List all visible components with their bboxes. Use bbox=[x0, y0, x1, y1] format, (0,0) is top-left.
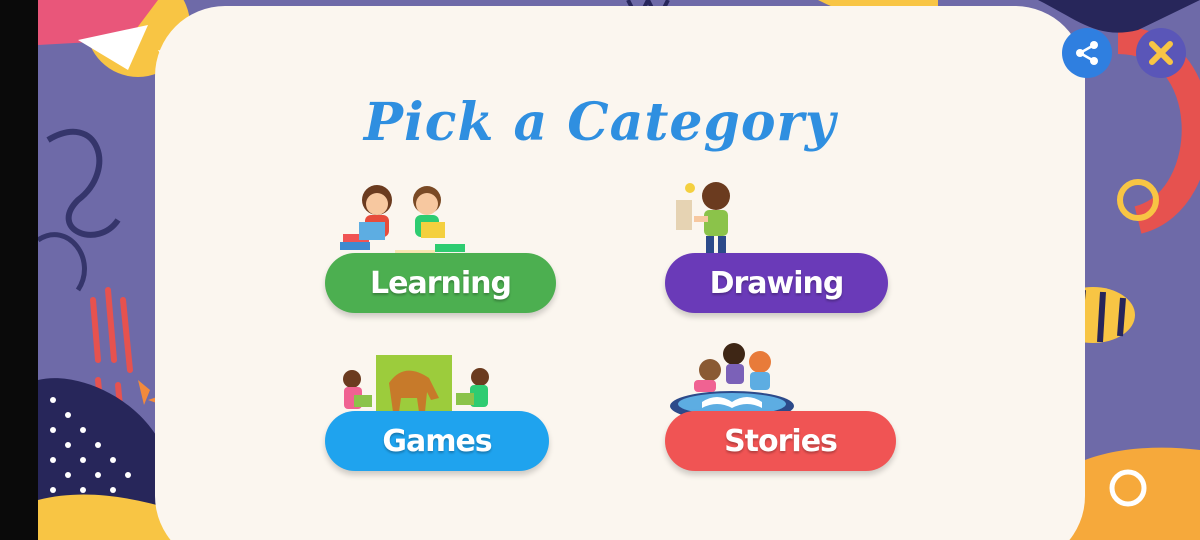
left-edge-bar bbox=[0, 0, 38, 540]
drawing-button-label: Drawing bbox=[709, 265, 845, 301]
games-button[interactable]: Games bbox=[325, 411, 549, 471]
share-button[interactable] bbox=[1062, 28, 1112, 78]
category-board bbox=[155, 6, 1085, 540]
learning-button-label: Learning bbox=[370, 265, 512, 301]
close-icon bbox=[1149, 41, 1173, 65]
page-title: Pick a Category bbox=[363, 92, 837, 153]
drawing-button[interactable]: Drawing bbox=[665, 253, 888, 313]
stories-button[interactable]: Stories bbox=[665, 411, 896, 471]
stories-button-label: Stories bbox=[724, 423, 838, 459]
learning-button[interactable]: Learning bbox=[325, 253, 556, 313]
share-icon bbox=[1076, 41, 1098, 65]
app-screen: Pick a Category Learning Drawing Games S… bbox=[0, 0, 1200, 540]
close-button[interactable] bbox=[1136, 28, 1186, 78]
kids-storybook-icon bbox=[670, 343, 794, 421]
games-button-label: Games bbox=[382, 423, 492, 459]
